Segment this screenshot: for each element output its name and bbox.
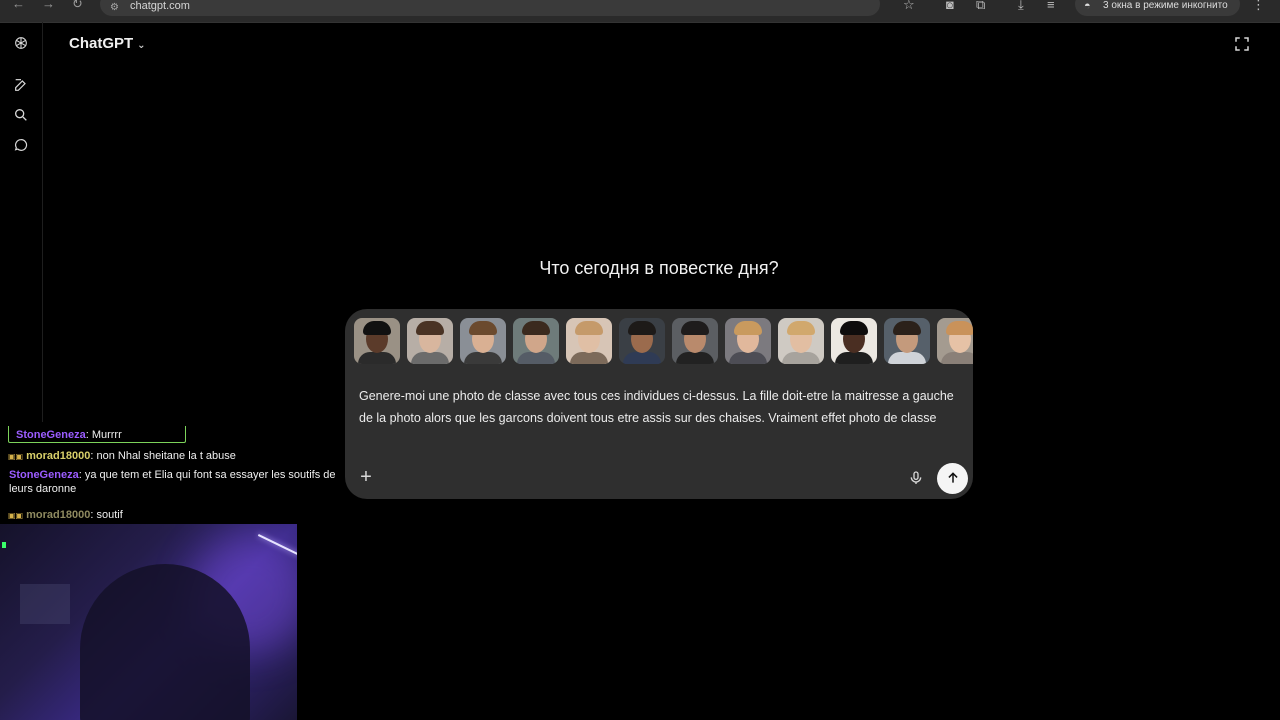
extension-icon[interactable]: ◙ <box>946 0 954 12</box>
app-title: ChatGPT <box>69 35 134 52</box>
attachment-thumbnail[interactable] <box>407 318 453 364</box>
send-button[interactable] <box>937 463 968 494</box>
attachment-thumbnails <box>354 318 973 364</box>
bookmark-star-icon[interactable]: ☆ <box>903 0 915 13</box>
openai-logo-icon[interactable] <box>11 33 31 53</box>
search-icon[interactable] <box>11 105 31 125</box>
chat-username: StoneGeneza <box>9 469 79 481</box>
webcam-feed <box>0 524 297 720</box>
sidebar-rail <box>0 22 43 422</box>
address-bar[interactable]: ⚙ chatgpt.com <box>100 0 880 16</box>
incognito-icon: ◓ <box>1084 0 1091 12</box>
attachment-thumbnail[interactable] <box>460 318 506 364</box>
attachment-thumbnail[interactable] <box>725 318 771 364</box>
chat-badge-icon: ▣▣ <box>8 452 24 461</box>
streamer-silhouette <box>80 564 250 720</box>
prompt-input[interactable]: Genere-moi une photo de classe avec tous… <box>359 386 959 429</box>
url-text: chatgpt.com <box>130 0 190 12</box>
attachment-thumbnail[interactable] <box>619 318 665 364</box>
chat-message: ▣▣ morad18000: soutif <box>8 509 123 521</box>
download-icon[interactable]: ⤓ <box>1018 0 1024 13</box>
add-attachment-button[interactable]: + <box>356 467 376 487</box>
chat-message: StoneGeneza: ya que tem et Elia qui font… <box>9 469 336 495</box>
chat-text: non Nhal sheitane la t abuse <box>96 450 236 462</box>
chat-text: Murrrr <box>91 429 122 441</box>
attachment-thumbnail[interactable] <box>831 318 877 364</box>
browser-toolbar: ← → ↻ ⚙ chatgpt.com ☆ ◙ ⧉ ⤓ ≡ ◓ 3 окна в… <box>0 0 1280 23</box>
incognito-label: 3 окна в режиме инкогнито <box>1103 0 1228 11</box>
chat-username: morad18000 <box>26 450 91 462</box>
chat-message: ▣▣ morad18000: non Nhal sheitane la t abu… <box>8 450 236 462</box>
attachment-thumbnail[interactable] <box>672 318 718 364</box>
back-icon[interactable]: ← <box>12 0 25 11</box>
incognito-indicator[interactable]: ◓ 3 окна в режиме инкогнито <box>1075 0 1240 16</box>
page-headline: Что сегодня в повестке дня? <box>539 258 779 278</box>
forward-icon[interactable]: → <box>42 0 55 11</box>
attachment-thumbnail[interactable] <box>354 318 400 364</box>
attachment-thumbnail[interactable] <box>778 318 824 364</box>
attachment-thumbnail[interactable] <box>566 318 612 364</box>
new-chat-icon[interactable] <box>11 75 31 95</box>
attachment-thumbnail[interactable] <box>884 318 930 364</box>
arrow-up-icon <box>947 472 958 483</box>
site-info-icon[interactable]: ⚙ <box>110 2 119 13</box>
model-selector[interactable]: ChatGPT ⌄ <box>69 35 146 52</box>
chat-username: morad18000 <box>26 509 91 521</box>
chat-bubble-icon[interactable] <box>11 135 31 155</box>
chat-username: StoneGeneza <box>16 429 86 441</box>
microphone-icon[interactable] <box>908 469 924 487</box>
fullscreen-icon[interactable] <box>1233 35 1251 53</box>
extensions-puzzle-icon[interactable]: ⧉ <box>976 0 985 13</box>
media-controls-icon[interactable]: ≡ <box>1047 0 1055 12</box>
attachment-thumbnail[interactable] <box>937 318 973 364</box>
chat-message: StoneGeneza: Murrrr <box>16 429 122 441</box>
reload-icon[interactable]: ↻ <box>72 0 83 12</box>
chat-text: soutif <box>96 509 123 521</box>
browser-menu-icon[interactable]: ⋮ <box>1252 0 1265 13</box>
attachment-thumbnail[interactable] <box>513 318 559 364</box>
chat-badge-icon: ▣▣ <box>8 511 24 520</box>
chevron-down-icon: ⌄ <box>137 40 146 51</box>
prompt-composer[interactable]: Genere-moi une photo de classe avec tous… <box>345 309 973 499</box>
